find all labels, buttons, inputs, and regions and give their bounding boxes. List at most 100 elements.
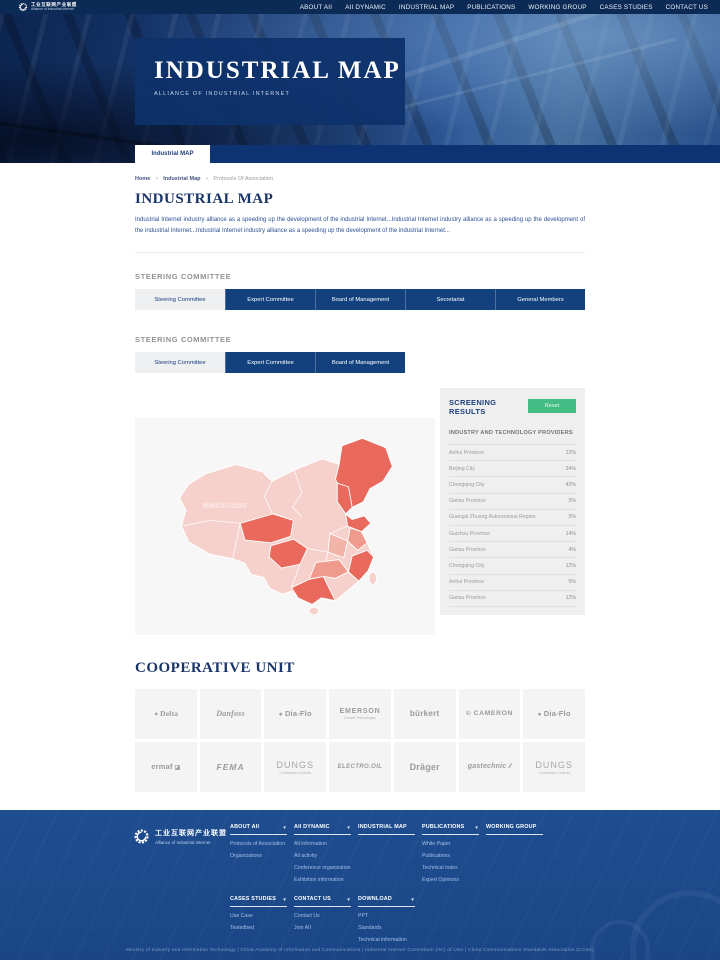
china-map-panel[interactable]: 新疆维吾尔自治区 [135,418,435,635]
nav-item[interactable]: WORKING GROUP [528,4,586,11]
footer-logo[interactable]: 工业互联网产业联盟 Alliance of Industrial Interne… [133,828,227,845]
screening-rows: Anhui Province 12% Beijing City 34% Chon… [449,445,576,607]
partner-logo-text: CAMERON [466,710,513,717]
footer-column-title[interactable]: AII DYNAMIC▼ [294,824,351,835]
site-logo[interactable]: 工业互联网产业联盟 Alliance of Industrial Interne… [18,2,77,12]
nav-item[interactable]: ABOUT AII [300,4,332,11]
footer-column-title[interactable]: CASES STUDIES▼ [230,896,287,907]
committee-tab[interactable]: Steering Committee [135,289,225,310]
map-taiwan[interactable] [369,572,376,584]
hero-banner: INDUSTRIAL MAP ALLIANCE OF INDUSTRIAL IN… [0,14,720,163]
region-name: Chongqing City [449,482,484,488]
footer-link[interactable]: Protocols of Association [230,841,294,847]
region-name: Gansu Province [449,547,486,553]
nav-item[interactable]: CONTACT US [666,4,708,11]
footer-column-title[interactable]: INDUSTRIAL MAP [358,824,415,835]
committee-tab[interactable]: Steering Committee [135,352,225,373]
committee-tabs-2: Steering Committee Expert Committee Boar… [135,352,585,373]
partner-logo-text: EMERSON [339,708,380,715]
footer-partners-line: Ministry of Industry and Information Tec… [0,948,720,953]
footer-column: WORKING GROUP [486,824,550,883]
logo-text-en: Alliance of Industrial Internet [31,8,77,11]
footer-link[interactable]: Technical information [358,937,422,943]
cooperative-unit-title: COOPERATIVE UNIT [135,660,585,677]
committee-tabs-1: Steering Committee Expert Committee Boar… [135,289,585,310]
hero-decor-beam [384,38,676,113]
breadcrumb-industrial-map[interactable]: Industrial Map [163,176,200,182]
chevron-down-icon: ▼ [474,825,479,830]
committee-tab[interactable]: Board of Management [315,289,405,310]
page-description: Industrial Internet industry alliance as… [135,215,585,237]
partner-logo: CAMERON [459,689,521,739]
screening-results-panel: SCREENING RESULTS Reset INDUSTRY AND TEC… [440,388,585,615]
partner-logo: ermaf [135,742,197,792]
footer-link[interactable]: Expert Opinions [422,877,486,883]
footer-link[interactable]: Contact Us [294,913,358,919]
footer-column: AII DYNAMIC▼ All information All activity C… [294,824,358,883]
footer-column-title[interactable]: PUBLICATIONS▼ [422,824,479,835]
partner-logo: Dia-Flo [523,689,585,739]
partner-logo-text: Dia-Flo [279,709,312,718]
region-name: Guizhou Province [449,531,490,537]
footer-link[interactable]: Organizations [230,853,294,859]
map-hainan[interactable] [309,607,318,614]
footer-link[interactable]: Exhibition information [294,877,358,883]
footer-column: CASES STUDIES▼ Use Case Testedbed [230,896,294,943]
partner-logo-text: ermaf [151,762,180,771]
partner-logo-text: gastechnic [468,763,511,771]
footer-link[interactable]: White Paper [422,841,486,847]
committee-section-heading: STEERING COMMITTEE [135,335,585,344]
main-content: Home > Industrial Map > Protocols Of Ass… [0,176,720,792]
footer-columns-row1: ABOUT AII▼ Protocols of Association Organi… [230,824,550,883]
committee-tab[interactable]: Expert Committee [225,352,315,373]
footer-columns-row2: CASES STUDIES▼ Use Case Testedbed CONTACT U… [230,896,422,943]
partner-logo-subtext: Combustion Controls [279,771,311,775]
screening-row: Anhui Province 12% [449,445,576,461]
nav-item[interactable]: AII DYNAMIC [345,4,386,11]
footer-column-title[interactable]: WORKING GROUP [486,824,543,835]
footer-link[interactable]: Technical Index [422,865,486,871]
nav-item[interactable]: PUBLICATIONS [467,4,515,11]
divider [135,252,585,253]
committee-tab[interactable]: Board of Management [315,352,405,373]
region-value: 12% [566,595,576,601]
region-value: 34% [566,466,576,472]
committee-section-heading: STEERING COMMITTEE [135,272,585,281]
region-name: Gansu Province [449,498,486,504]
top-navigation: 工业互联网产业联盟 Alliance of Industrial Interne… [0,0,720,14]
footer-link[interactable]: Standards [358,925,422,931]
hero-tab-strip: Industrial MAP [135,145,720,163]
partner-logo-text: Dräger [410,762,440,772]
reset-button[interactable]: Reset [528,399,576,413]
region-name: Guangxi Zhuang Autonomous Region [449,514,536,520]
china-choropleth-map[interactable]: 新疆维吾尔自治区 [154,429,416,625]
region-name: Anhui Province [449,579,484,585]
footer-link[interactable]: All information [294,841,358,847]
footer-column: INDUSTRIAL MAP [358,824,422,883]
partner-logo: DUNGS Combustion Controls [523,742,585,792]
footer-column-title[interactable]: ABOUT AII▼ [230,824,287,835]
partner-logo: bürkert [394,689,456,739]
partner-logo-text: bürkert [410,709,440,718]
footer-link[interactable]: Join AII [294,925,358,931]
footer-link[interactable]: All activity [294,853,358,859]
nav-item[interactable]: INDUSTRIAL MAP [399,4,454,11]
footer-link[interactable]: Publications [422,853,486,859]
footer-link[interactable]: Use Case [230,913,294,919]
footer-column-title[interactable]: DOWNLOAD▼ [358,896,415,907]
committee-tab[interactable]: General Members [495,289,585,310]
footer-column-title[interactable]: CONTACT US▼ [294,896,351,907]
breadcrumb-home[interactable]: Home [135,176,150,182]
committee-tab[interactable]: Expert Committee [225,289,315,310]
footer-link[interactable]: PPT [358,913,422,919]
partner-logo-subtext: Combustion Controls [538,771,570,775]
footer-link[interactable]: Conference organization [294,865,358,871]
footer-link[interactable]: Testedbed [230,925,294,931]
map-section: 新疆维吾尔自治区 SCREENING RESULTS Reset INDUSTR… [135,388,585,635]
hero-title: INDUSTRIAL MAP [154,58,405,83]
hero-tab-industrial-map[interactable]: Industrial MAP [135,145,210,163]
nav-item[interactable]: CASES STUDIES [600,4,653,11]
committee-tab[interactable]: Secretariat [405,289,495,310]
screening-row: Chongqing City 12% [449,558,576,574]
partner-logo: Dia-Flo [264,689,326,739]
